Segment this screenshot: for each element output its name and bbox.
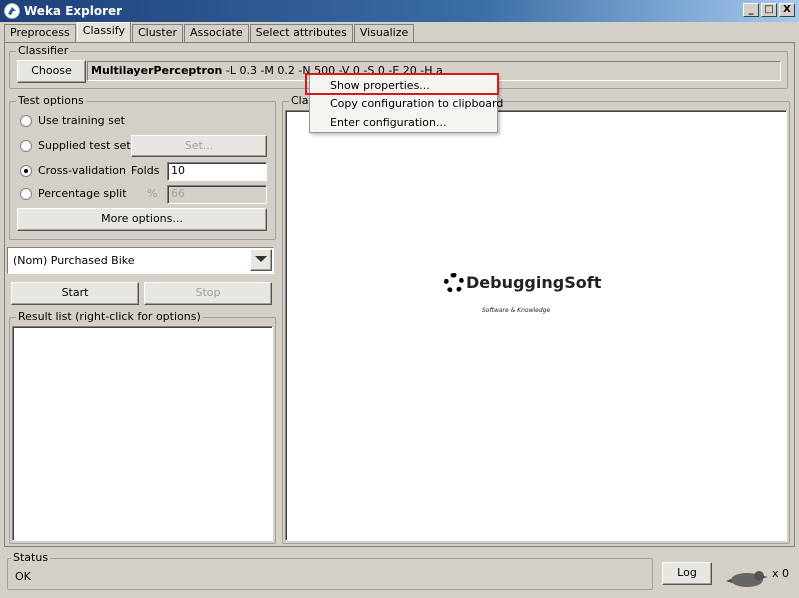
result-list-legend: Result list (right-click for options) <box>16 310 203 323</box>
chevron-down-icon <box>255 256 267 262</box>
use-training-radio[interactable] <box>20 114 32 127</box>
tab-associate[interactable]: Associate <box>184 24 249 42</box>
use-training-label: Use training set <box>38 114 125 127</box>
cross-validation-label: Cross-validation <box>38 164 126 177</box>
set-button[interactable]: Set... <box>131 135 267 157</box>
tab-preprocess[interactable]: Preprocess <box>4 24 76 42</box>
status-legend: Status <box>11 551 51 564</box>
menu-item-copy-configuration[interactable]: Copy configuration to clipboard <box>310 95 503 114</box>
annotation-highlight <box>305 73 499 95</box>
dropdown-arrow-button[interactable] <box>250 249 272 271</box>
tab-classify[interactable]: Classify <box>76 22 131 42</box>
percentage-split-option[interactable]: Percentage split <box>20 187 127 200</box>
percent-input[interactable]: 66 <box>167 185 267 204</box>
supplied-test-radio[interactable] <box>20 139 32 152</box>
watermark-subtext: Software & Knowledge <box>482 307 551 314</box>
status-text: OK <box>15 570 31 583</box>
status-group: Status <box>7 552 653 590</box>
supplied-test-set-option[interactable]: Supplied test set <box>20 139 131 152</box>
gear-icon <box>444 273 464 293</box>
watermark-text: DebuggingSoft <box>466 273 602 292</box>
cross-validation-option[interactable]: Cross-validation <box>20 164 126 177</box>
task-count: x 0 <box>772 567 790 580</box>
window-title: Weka Explorer <box>24 4 123 18</box>
weka-bird-status-icon[interactable] <box>725 567 769 589</box>
use-training-set-option[interactable]: Use training set <box>20 114 125 127</box>
class-attribute-select[interactable]: (Nom) Purchased Bike <box>7 247 274 274</box>
percentage-split-radio[interactable] <box>20 187 32 200</box>
choose-button[interactable]: Choose <box>17 60 86 83</box>
folds-input[interactable]: 10 <box>167 162 267 181</box>
supplied-test-label: Supplied test set <box>38 139 131 152</box>
cross-validation-radio[interactable] <box>20 164 32 177</box>
stop-button[interactable]: Stop <box>144 282 272 305</box>
classifier-output-area[interactable]: DebuggingSoft Software & Knowledge <box>285 110 787 541</box>
more-options-button[interactable]: More options... <box>17 208 267 231</box>
percentage-split-label: Percentage split <box>38 187 127 200</box>
result-list[interactable] <box>12 326 273 541</box>
menu-item-enter-configuration[interactable]: Enter configuration... <box>310 114 497 133</box>
test-options-legend: Test options <box>16 94 86 107</box>
weka-bird-icon <box>4 3 20 19</box>
tab-select-attributes[interactable]: Select attributes <box>249 24 353 42</box>
classifier-legend: Classifier <box>16 44 71 57</box>
tab-bar: Preprocess Classify Cluster Associate Se… <box>4 22 415 42</box>
log-button[interactable]: Log <box>662 562 712 585</box>
maximize-button[interactable]: □ <box>761 3 777 17</box>
title-bar: Weka Explorer _ □ X <box>0 0 799 22</box>
watermark-logo: DebuggingSoft <box>444 273 601 293</box>
minimize-button[interactable]: _ <box>743 3 759 17</box>
start-button[interactable]: Start <box>11 282 139 305</box>
tab-cluster[interactable]: Cluster <box>131 24 183 42</box>
classifier-name: MultilayerPerceptron <box>91 64 223 77</box>
tab-visualize[interactable]: Visualize <box>353 24 415 42</box>
folds-label: Folds <box>131 164 160 177</box>
close-button[interactable]: X <box>779 3 795 17</box>
percent-label: % <box>147 187 158 200</box>
class-attribute-value: (Nom) Purchased Bike <box>13 254 135 267</box>
